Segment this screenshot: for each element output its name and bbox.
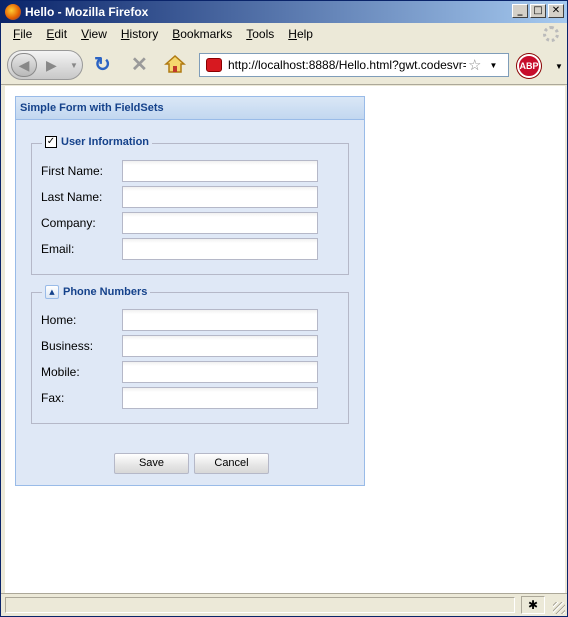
- business-phone-input[interactable]: [122, 335, 318, 357]
- fax-input[interactable]: [122, 387, 318, 409]
- bookmark-star-icon[interactable]: ☆: [468, 56, 481, 74]
- back-button[interactable]: ◀: [11, 53, 37, 77]
- home-house-shape: [164, 54, 186, 73]
- mobile-phone-label: Mobile:: [41, 365, 80, 379]
- url-dropdown-icon[interactable]: ▼: [489, 61, 497, 70]
- window-controls: _ □ ✕: [512, 4, 564, 18]
- menu-edit[interactable]: Edit: [40, 27, 75, 41]
- page-content: Simple Form with FieldSets ✓ User Inform…: [5, 86, 565, 593]
- collapse-toggle-icon[interactable]: ▲: [45, 285, 59, 299]
- minimize-button[interactable]: _: [512, 4, 528, 18]
- menu-bar: File Edit View History Bookmarks Tools H…: [1, 23, 567, 45]
- home-phone-row: Home:: [41, 309, 341, 331]
- first-name-label: First Name:: [41, 164, 104, 178]
- save-button[interactable]: Save: [114, 453, 189, 474]
- forward-button[interactable]: ▶: [46, 57, 57, 74]
- history-dropdown-icon[interactable]: ▼: [70, 61, 78, 70]
- email-row: Email:: [41, 238, 341, 260]
- menu-tools[interactable]: Tools: [240, 27, 282, 41]
- back-forward-group: ◀ ▶ ▼: [7, 50, 83, 80]
- throbber-icon: [543, 26, 559, 42]
- last-name-input[interactable]: [122, 186, 318, 208]
- stop-icon[interactable]: ✕: [131, 54, 148, 76]
- user-information-legend: ✓ User Information: [42, 136, 153, 148]
- resize-grip-icon[interactable]: [553, 602, 565, 614]
- home-phone-label: Home:: [41, 313, 77, 327]
- home-phone-input[interactable]: [122, 309, 318, 331]
- bug-icon[interactable]: ✱: [521, 596, 545, 614]
- window-title: Hello - Mozilla Firefox: [25, 5, 149, 19]
- user-information-label: User Information: [61, 136, 150, 148]
- last-name-label: Last Name:: [41, 190, 103, 204]
- business-phone-label: Business:: [41, 339, 94, 353]
- last-name-row: Last Name:: [41, 186, 341, 208]
- cancel-button[interactable]: Cancel: [194, 453, 269, 474]
- title-bar: Hello - Mozilla Firefox _ □ ✕: [1, 1, 567, 23]
- fax-row: Fax:: [41, 387, 341, 409]
- phone-numbers-legend: ▲ Phone Numbers: [42, 285, 151, 299]
- business-phone-row: Business:: [41, 335, 341, 357]
- phone-numbers-label: Phone Numbers: [63, 286, 148, 298]
- address-bar[interactable]: http://localhost:8888/Hello.html?gwt.cod…: [199, 53, 509, 77]
- maximize-button[interactable]: □: [530, 4, 546, 18]
- mobile-phone-input[interactable]: [122, 361, 318, 383]
- form-panel: Simple Form with FieldSets ✓ User Inform…: [15, 96, 365, 486]
- fax-label: Fax:: [41, 391, 65, 405]
- url-input[interactable]: http://localhost:8888/Hello.html?gwt.cod…: [228, 58, 466, 72]
- panel-title: Simple Form with FieldSets: [16, 97, 364, 120]
- first-name-row: First Name:: [41, 160, 341, 182]
- user-information-checkbox[interactable]: ✓: [45, 136, 57, 148]
- adblock-plus-button[interactable]: ABP: [517, 54, 541, 78]
- home-icon[interactable]: [164, 54, 186, 79]
- company-input[interactable]: [122, 212, 318, 234]
- company-row: Company:: [41, 212, 341, 234]
- back-arrow-icon: ◀: [18, 57, 30, 73]
- menu-file[interactable]: File: [7, 27, 40, 41]
- menu-view[interactable]: View: [75, 27, 115, 41]
- email-input[interactable]: [122, 238, 318, 260]
- navigation-toolbar: ◀ ▶ ▼ ↻ ✕ http://localhost:8888/Hello.ht…: [1, 45, 567, 85]
- browser-window: Hello - Mozilla Firefox _ □ ✕ File Edit …: [0, 0, 568, 617]
- menu-history[interactable]: History: [115, 27, 166, 41]
- status-text: [5, 597, 515, 613]
- adblock-dropdown-icon[interactable]: ▼: [555, 62, 563, 71]
- close-button[interactable]: ✕: [548, 4, 564, 18]
- status-bar: ✱: [1, 593, 567, 616]
- first-name-input[interactable]: [122, 160, 318, 182]
- company-label: Company:: [41, 216, 96, 230]
- menu-bookmarks[interactable]: Bookmarks: [166, 27, 240, 41]
- phone-numbers-fieldset: ▲ Phone Numbers Home: Business: Mobile: …: [31, 285, 349, 424]
- reload-icon[interactable]: ↻: [94, 54, 111, 76]
- user-information-fieldset: ✓ User Information First Name: Last Name…: [31, 136, 349, 275]
- mobile-phone-row: Mobile:: [41, 361, 341, 383]
- email-label: Email:: [41, 242, 75, 256]
- site-favicon-icon: [206, 58, 222, 72]
- menu-help[interactable]: Help: [282, 27, 321, 41]
- firefox-logo-icon: [5, 4, 21, 20]
